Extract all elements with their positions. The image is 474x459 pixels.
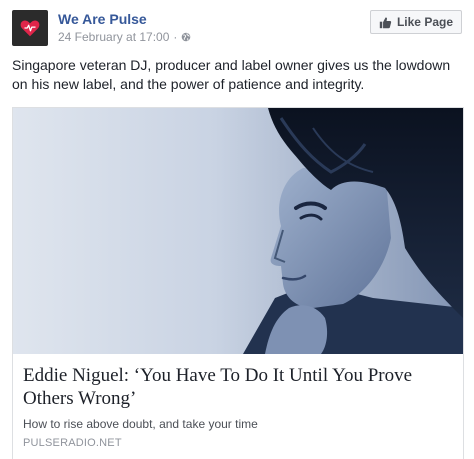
page-name-link[interactable]: We Are Pulse — [58, 11, 147, 27]
thumbs-up-icon — [379, 17, 392, 28]
link-description: How to rise above doubt, and take your t… — [23, 417, 258, 431]
page-avatar[interactable] — [12, 10, 48, 46]
link-preview-caption[interactable]: Eddie Niguel: ‘You Have To Do It Until Y… — [23, 364, 453, 450]
facebook-post: We Are Pulse 24 February at 17:00 · Like… — [0, 0, 474, 459]
meta-separator: · — [173, 30, 178, 44]
like-page-label: Like Page — [396, 15, 453, 29]
like-page-button[interactable]: Like Page — [369, 10, 462, 34]
link-preview-card[interactable]: Eddie Niguel: ‘You Have To Do It Until Y… — [12, 107, 464, 459]
link-preview-image[interactable] — [13, 108, 463, 354]
portrait-photo — [13, 108, 463, 354]
post-meta: 24 February at 17:00 · — [58, 30, 191, 44]
link-title[interactable]: Eddie Niguel: ‘You Have To Do It Until Y… — [23, 364, 453, 410]
post-message: Singapore veteran DJ, producer and label… — [12, 57, 451, 92]
link-domain: PULSERADIO.NET — [23, 437, 122, 449]
globe-icon[interactable] — [181, 32, 191, 42]
post-header: We Are Pulse 24 February at 17:00 · Like… — [12, 10, 462, 46]
post-timestamp[interactable]: 24 February at 17:00 — [58, 30, 169, 44]
heart-icon — [20, 20, 40, 37]
